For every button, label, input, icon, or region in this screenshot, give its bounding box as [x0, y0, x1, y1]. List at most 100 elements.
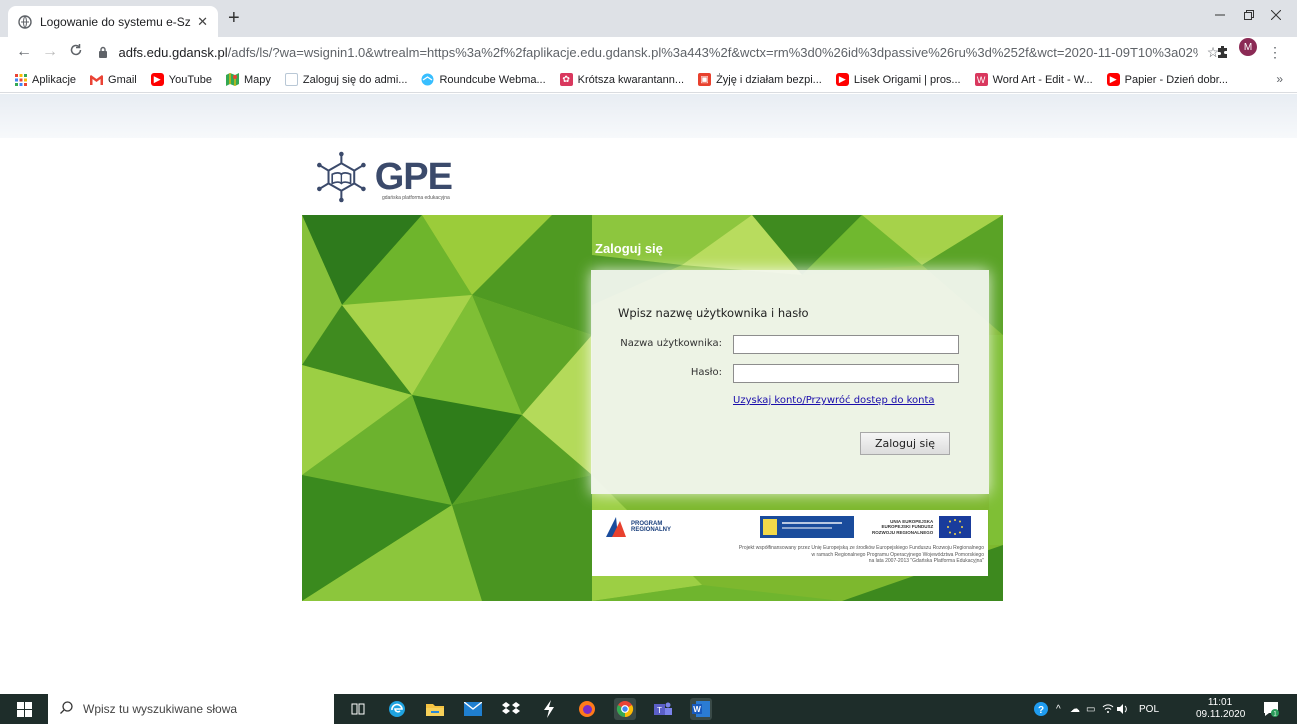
bookmark-papier[interactable]: ▶ Papier - Dzień dobr... — [1106, 73, 1228, 86]
bookmark-label: Żyję i działam bezpi... — [716, 73, 822, 86]
bookmarks-overflow-icon[interactable]: » — [1276, 72, 1283, 86]
page-header-band — [0, 94, 1297, 138]
bookmark-label: Krótsza kwarantann... — [577, 73, 685, 86]
word-icon[interactable]: W — [690, 698, 712, 720]
bookmark-origami[interactable]: ▶ Lisek Origami | pros... — [835, 73, 961, 86]
wordart-icon: W — [974, 73, 988, 86]
maps-icon — [226, 73, 239, 86]
notifications-icon[interactable]: 1 — [1262, 700, 1280, 718]
gpe-logo: GPE gdańska platforma edukacyjna — [312, 148, 453, 206]
profile-avatar[interactable]: M — [1239, 38, 1257, 56]
gov-icon: ▣ — [698, 73, 712, 86]
login-banner: Zaloguj się Wpisz nazwę użytkownika i ha… — [302, 215, 1003, 601]
bookmark-label: YouTube — [168, 73, 212, 86]
wifi-icon[interactable] — [1102, 694, 1114, 724]
teams-icon[interactable]: T — [652, 698, 674, 720]
url-path: /adfs/ls/?wa=wsignin1.0&wtrealm=https%3a… — [227, 44, 1198, 60]
news-icon: ✿ — [559, 73, 573, 86]
bookmark-label: Roundcube Webma... — [439, 73, 546, 86]
back-icon[interactable]: ← — [14, 43, 34, 61]
browser-tab-strip: Logowanie do systemu e-Szkoła ✕ + — [0, 0, 1297, 37]
bookmark-youtube[interactable]: ▶ YouTube — [150, 73, 212, 86]
reload-icon[interactable] — [66, 43, 86, 62]
funding-text: Projekt współfinansowany przez Unię Euro… — [596, 545, 984, 565]
clock-time: 11:01 — [1207, 697, 1233, 708]
bookmark-maps[interactable]: Mapy — [226, 73, 271, 86]
tab-title: Logowanie do systemu e-Szkoła — [40, 14, 191, 29]
url-host: adfs.edu.gdansk.pl — [118, 44, 228, 60]
bookmark-roundcube[interactable]: Roundcube Webma... — [421, 73, 546, 86]
windows-icon — [16, 701, 32, 717]
extensions-icon[interactable] — [1214, 43, 1232, 61]
bookmark-gmail[interactable]: Gmail — [90, 73, 137, 86]
bookmark-label: Papier - Dzień dobr... — [1124, 73, 1228, 86]
bookmark-admin-login[interactable]: Zaloguj się do admi... — [284, 73, 407, 86]
youtube-icon: ▶ — [150, 73, 164, 86]
eu-logo: UNIA EUROPEJSKA EUROPEJSKI FUNDUSZ ROZWO… — [872, 516, 972, 538]
forward-icon[interactable]: → — [40, 43, 60, 61]
login-title: Zaloguj się — [595, 241, 663, 256]
lock-icon[interactable] — [98, 46, 109, 58]
username-label: Nazwa użytkownika: — [620, 338, 722, 349]
program-regional-logo: PROGRAM REGIONALNY — [606, 516, 671, 538]
program-logo-icon — [606, 517, 626, 537]
start-button[interactable] — [0, 694, 48, 724]
eu-line2: EUROPEJSKI FUNDUSZ — [881, 524, 934, 530]
battery-icon[interactable]: ▭ — [1086, 694, 1095, 724]
file-explorer-icon[interactable] — [424, 698, 446, 720]
clock-date: 09.11.2020 — [1196, 709, 1246, 720]
windows-taskbar: Wpisz tu wyszukiwane słowa T W ? ^ ☁ ▭ P… — [0, 694, 1297, 724]
bookmark-label: Gmail — [108, 73, 137, 86]
firefox-icon[interactable] — [576, 698, 598, 720]
volume-icon[interactable] — [1117, 694, 1129, 724]
help-icon[interactable]: ? — [1033, 694, 1049, 724]
login-heading: Wpisz nazwę użytkownika i hasło — [618, 306, 809, 320]
page-content: GPE gdańska platforma edukacyjna Zaloguj… — [0, 94, 1297, 694]
pomorskie-logo — [760, 516, 854, 538]
globe-icon — [18, 14, 32, 29]
new-tab-button[interactable]: + — [228, 8, 240, 28]
bookmark-label: Mapy — [244, 73, 271, 86]
apps-icon — [14, 73, 27, 86]
roundcube-icon — [421, 73, 434, 86]
page-icon — [284, 73, 298, 86]
login-button[interactable]: Zaloguj się — [860, 432, 950, 455]
bookmark-apps[interactable]: Aplikacje — [14, 73, 76, 86]
eu-line3: ROZWOJU REGIONALNEGO — [872, 529, 934, 535]
task-view-icon[interactable] — [347, 698, 369, 720]
username-input[interactable] — [733, 335, 959, 354]
pomorskie-crest-icon — [760, 516, 854, 538]
taskbar-clock[interactable]: 11:01 09.11.2020 — [1196, 697, 1246, 721]
mail-icon[interactable] — [462, 698, 484, 720]
password-input[interactable] — [733, 364, 959, 383]
close-window-icon[interactable] — [1253, 0, 1297, 30]
chrome-icon[interactable] — [614, 698, 636, 720]
search-icon — [60, 701, 73, 717]
recover-account-link[interactable]: Uzyskaj konto/Przywróć dostęp do konta — [733, 395, 935, 406]
svg-text:W: W — [693, 705, 701, 714]
winamp-icon[interactable] — [538, 698, 560, 720]
menu-icon[interactable]: ⋮ — [1266, 43, 1284, 61]
bookmark-gov[interactable]: ▣ Żyję i działam bezpi... — [698, 73, 822, 86]
bookmark-label: Aplikacje — [32, 73, 77, 86]
edge-icon[interactable] — [386, 698, 408, 720]
gmail-icon — [90, 73, 104, 86]
svg-text:T: T — [657, 706, 662, 715]
bookmark-label: Word Art - Edit - W... — [992, 73, 1093, 86]
bookmark-label: Lisek Origami | pros... — [853, 73, 961, 86]
eu-flag-icon — [939, 516, 972, 538]
password-label: Hasło: — [690, 367, 722, 378]
taskbar-search[interactable]: Wpisz tu wyszukiwane słowa — [48, 694, 334, 724]
bookmark-wordart[interactable]: W Word Art - Edit - W... — [974, 73, 1093, 86]
onedrive-icon[interactable]: ☁ — [1070, 694, 1080, 724]
browser-tab[interactable]: Logowanie do systemu e-Szkoła ✕ — [8, 6, 218, 37]
address-toolbar: ← → adfs.edu.gdansk.pl /adfs/ls/?wa=wsig… — [0, 37, 1297, 67]
svg-text:?: ? — [1038, 705, 1044, 716]
tab-close-icon[interactable]: ✕ — [197, 14, 208, 30]
url-bar[interactable]: adfs.edu.gdansk.pl /adfs/ls/?wa=wsignin1… — [98, 40, 1198, 64]
chevron-up-icon[interactable]: ^ — [1056, 694, 1061, 724]
language-indicator[interactable]: POL — [1139, 694, 1159, 724]
bookmark-quarantine-news[interactable]: ✿ Krótsza kwarantann... — [559, 73, 685, 86]
book-network-icon — [317, 151, 366, 203]
dropbox-icon[interactable] — [500, 698, 522, 720]
